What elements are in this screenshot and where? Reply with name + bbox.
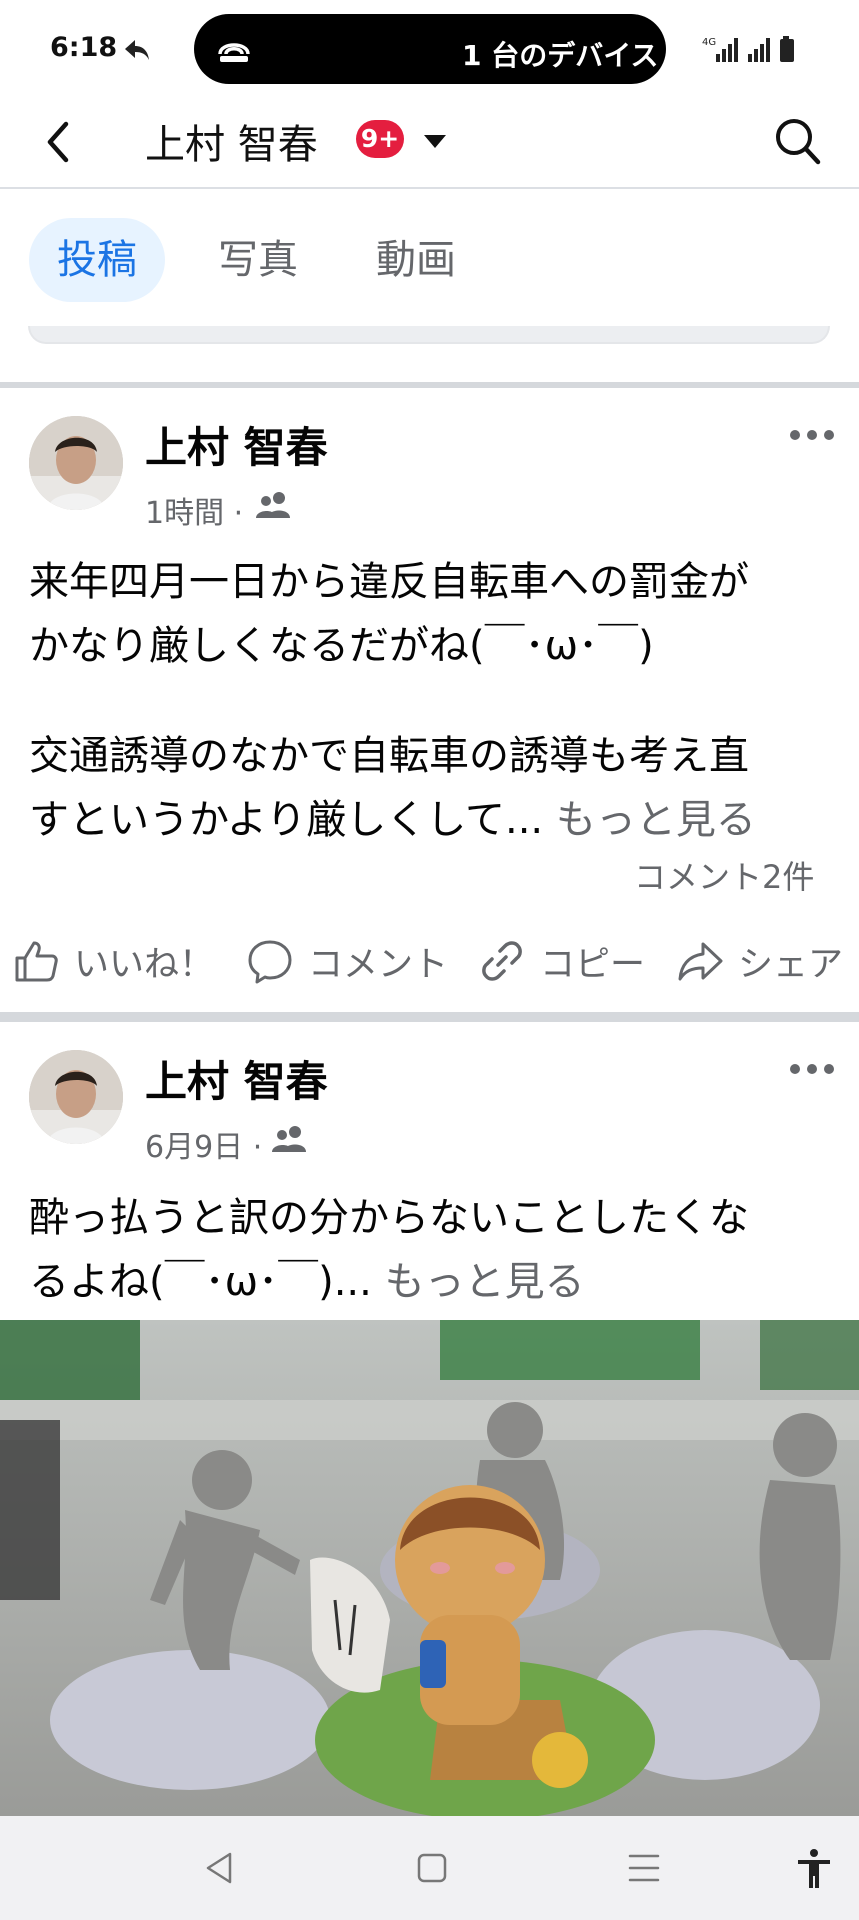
avatar-photo (29, 416, 123, 510)
feed-divider (0, 382, 859, 388)
share-label: シェア (738, 944, 844, 985)
thumbs-up-icon (15, 941, 58, 982)
status-time: 6:18 (50, 32, 118, 63)
post-text-line: 来年四月一日から違反自転車への罰金が (29, 559, 749, 605)
avatar-photo (29, 1050, 123, 1144)
post-text-line: 酔っ払うと訳の分からないことしたくな (29, 1195, 749, 1241)
post-text-line-last: すというかより厳しくして... もっと見る (29, 788, 829, 852)
profile-title[interactable]: 上村 智春 (145, 112, 318, 170)
more-options-icon[interactable] (788, 1062, 836, 1076)
see-more-link[interactable]: もっと見る (556, 797, 756, 843)
post-actions: いいね！ コメント コピー シェア (0, 918, 859, 1004)
profile-header: 上村 智春 9+ (0, 96, 859, 189)
device-count-text: 1 台のデバイス (462, 39, 659, 72)
comment-button[interactable]: コメント (246, 918, 448, 1004)
search-icon[interactable] (772, 114, 822, 168)
friends-audience-icon[interactable] (254, 490, 294, 520)
system-nav-bar (0, 1816, 859, 1920)
post-body: 酔っ払うと訳の分からないことしたくな るよね(￣･ω･￣)... もっと見る (29, 1186, 829, 1314)
copy-link-button[interactable]: コピー (478, 918, 645, 1004)
post-photo[interactable] (0, 1320, 859, 1816)
accessibility-icon[interactable] (792, 1846, 836, 1890)
share-arrow-icon (678, 942, 723, 981)
post-time[interactable]: 6月9日 · (145, 1122, 262, 1166)
home-square-icon[interactable] (410, 1846, 454, 1890)
feed-divider (0, 1012, 859, 1022)
tab-posts[interactable]: 投稿 (29, 218, 165, 302)
post-text-line-last: るよね(￣･ω･￣)... もっと見る (29, 1250, 829, 1314)
post-text-line: るよね(￣･ω･￣)... (29, 1259, 372, 1305)
share-button[interactable]: シェア (676, 918, 843, 1004)
notification-badge: 9+ (356, 120, 404, 158)
network-type: 4G (702, 37, 716, 48)
post-text-line: すというかより厳しくして... (29, 797, 544, 843)
post-author[interactable]: 上村 智春 (145, 414, 328, 475)
comment-label: コメント (308, 944, 449, 985)
more-options-icon[interactable] (788, 428, 836, 442)
tabs-bottom-strip (28, 326, 830, 344)
tab-photos[interactable]: 写真 (218, 218, 298, 302)
figurines-photo (0, 1320, 859, 1816)
post-text-line: かなり厳しくなるだがね(￣･ω･￣) (29, 623, 654, 669)
back-triangle-icon[interactable] (198, 1846, 242, 1890)
post-text-line: 交通誘導のなかで自転車の誘導も考え直 (29, 733, 749, 779)
tab-videos[interactable]: 動画 (376, 218, 456, 302)
reply-arrow-icon (125, 40, 149, 60)
comment-bubble-icon (248, 940, 292, 984)
recents-menu-icon[interactable] (622, 1846, 666, 1890)
post-body: 来年四月一日から違反自転車への罰金が かなり厳しくなるだがね(￣･ω･￣) 交通… (29, 550, 829, 852)
back-arrow-icon[interactable] (38, 114, 78, 170)
device-pill[interactable]: 1 台のデバイス (194, 14, 666, 84)
avatar[interactable] (29, 1050, 123, 1144)
post-author[interactable]: 上村 智春 (145, 1048, 328, 1109)
signal-battery-icon: 4G (702, 36, 794, 62)
link-icon (482, 941, 522, 981)
comment-count[interactable]: コメント2件 (634, 852, 814, 898)
copy-label: コピー (540, 944, 646, 985)
post-time[interactable]: 1時間 · (145, 488, 243, 532)
avatar[interactable] (29, 416, 123, 510)
content-tabs: 投稿 写真 動画 (0, 190, 859, 332)
see-more-link[interactable]: もっと見る (385, 1259, 585, 1305)
cast-icon (218, 43, 250, 62)
like-button[interactable]: いいね！ (12, 918, 214, 1004)
like-label: いいね！ (74, 944, 215, 985)
status-bar: 6:18 1 台のデバイス 4G (0, 0, 859, 96)
caret-down-icon[interactable] (422, 132, 448, 150)
friends-audience-icon[interactable] (270, 1124, 310, 1154)
